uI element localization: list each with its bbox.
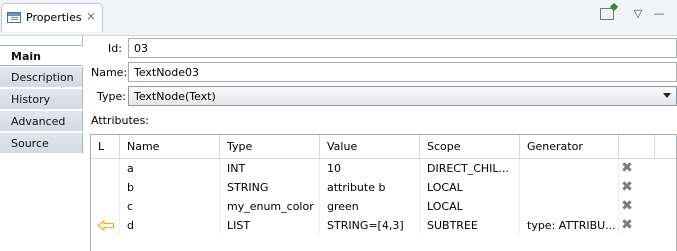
cell-scope[interactable]: LOCAL bbox=[420, 197, 520, 216]
table-header: L Name Type Value Scope Generator bbox=[91, 135, 676, 159]
cell-value[interactable]: attribute b bbox=[320, 178, 420, 197]
column-header-scope[interactable]: Scope bbox=[420, 135, 520, 158]
table-row[interactable]: d LIST STRING=[4,3] SUBTREE type: ATTRIB… bbox=[91, 216, 676, 235]
properties-tab[interactable]: Properties ⨯ bbox=[1, 3, 103, 32]
name-field[interactable]: TextNode03 bbox=[128, 62, 677, 82]
pin-view-icon[interactable] bbox=[600, 8, 614, 20]
tab-main[interactable]: Main bbox=[0, 45, 83, 66]
id-label: Id: bbox=[108, 42, 122, 55]
cell-l bbox=[91, 216, 120, 235]
attributes-label: Attributes: bbox=[91, 114, 150, 127]
type-dropdown[interactable]: TextNode(Text) bbox=[128, 86, 677, 106]
id-field[interactable]: 03 bbox=[128, 38, 677, 58]
tab-description[interactable]: Description bbox=[0, 67, 83, 88]
type-label: Type: bbox=[97, 90, 126, 103]
name-label: Name: bbox=[91, 66, 128, 79]
column-header-type[interactable]: Type bbox=[220, 135, 320, 158]
cell-name[interactable]: d bbox=[120, 216, 220, 235]
cell-generator[interactable] bbox=[520, 197, 619, 216]
attributes-table[interactable]: L Name Type Value Scope Generator a INT … bbox=[90, 134, 677, 251]
cell-name[interactable]: a bbox=[120, 159, 220, 178]
delete-icon[interactable]: ✖ bbox=[620, 218, 634, 232]
column-header-filler bbox=[655, 135, 676, 158]
tab-source[interactable]: Source bbox=[0, 133, 83, 154]
column-header-delete bbox=[619, 135, 655, 158]
section-tabs: Main Description History Advanced Source bbox=[0, 36, 83, 251]
view-menu-icon[interactable]: ▽ bbox=[631, 7, 645, 21]
cell-l bbox=[91, 197, 120, 216]
column-header-generator[interactable]: Generator bbox=[520, 135, 619, 158]
tab-history[interactable]: History bbox=[0, 89, 83, 110]
cell-l bbox=[91, 178, 120, 197]
table-row[interactable]: b STRING attribute b LOCAL ✖ bbox=[91, 178, 676, 197]
cell-scope[interactable]: LOCAL bbox=[420, 178, 520, 197]
column-header-l[interactable]: L bbox=[91, 135, 120, 158]
dropdown-arrow-icon[interactable] bbox=[663, 93, 671, 98]
table-row[interactable]: a INT 10 DIRECT_CHIL... ✖ bbox=[91, 159, 676, 178]
delete-icon[interactable]: ✖ bbox=[620, 199, 634, 213]
delete-icon[interactable]: ✖ bbox=[620, 161, 634, 175]
cell-value[interactable]: 10 bbox=[320, 159, 420, 178]
cell-type[interactable]: STRING bbox=[220, 178, 320, 197]
column-header-value[interactable]: Value bbox=[320, 135, 420, 158]
close-tab-icon[interactable]: ⨯ bbox=[86, 9, 96, 23]
inherited-arrow-icon bbox=[97, 220, 114, 231]
cell-type[interactable]: my_enum_color bbox=[220, 197, 320, 216]
delete-icon[interactable]: ✖ bbox=[620, 180, 634, 194]
tab-title: Properties bbox=[26, 11, 82, 24]
tab-advanced[interactable]: Advanced bbox=[0, 111, 83, 132]
cell-value[interactable]: STRING=[4,3] bbox=[320, 216, 420, 235]
minimize-icon[interactable]: — bbox=[652, 7, 666, 21]
cell-generator[interactable] bbox=[520, 159, 619, 178]
cell-generator[interactable]: type: ATTRIBU... bbox=[520, 216, 619, 235]
view-header: Properties ⨯ ▽ — bbox=[0, 0, 677, 36]
cell-scope[interactable]: DIRECT_CHIL... bbox=[420, 159, 520, 178]
cell-name[interactable]: b bbox=[120, 178, 220, 197]
cell-value[interactable]: green bbox=[320, 197, 420, 216]
column-header-name[interactable]: Name bbox=[120, 135, 220, 158]
cell-scope[interactable]: SUBTREE bbox=[420, 216, 520, 235]
cell-type[interactable]: INT bbox=[220, 159, 320, 178]
cell-l bbox=[91, 159, 120, 178]
cell-generator[interactable] bbox=[520, 178, 619, 197]
properties-view-icon bbox=[7, 12, 21, 23]
cell-name[interactable]: c bbox=[120, 197, 220, 216]
type-dropdown-value: TextNode(Text) bbox=[134, 90, 216, 103]
table-row[interactable]: c my_enum_color green LOCAL ✖ bbox=[91, 197, 676, 216]
cell-type[interactable]: LIST bbox=[220, 216, 320, 235]
